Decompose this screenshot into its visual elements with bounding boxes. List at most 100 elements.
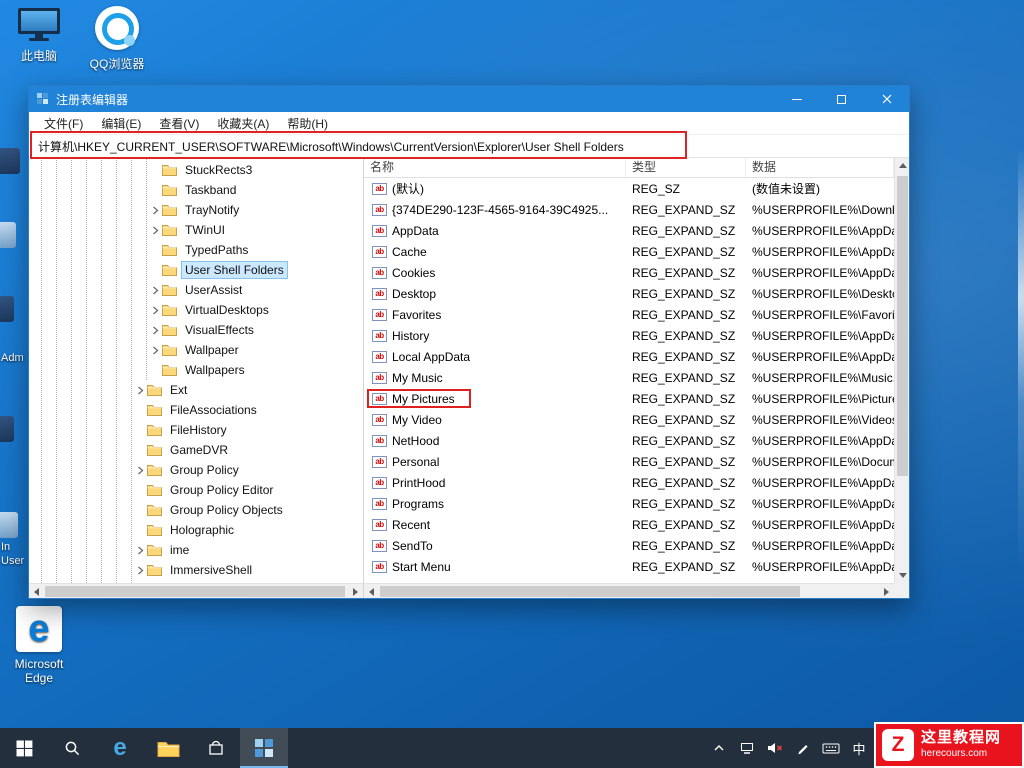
- expand-chevron-icon[interactable]: [134, 466, 147, 475]
- scrollbar-thumb[interactable]: [380, 586, 800, 597]
- value-row[interactable]: abNetHoodREG_EXPAND_SZ%USERPROFILE%\AppD…: [364, 430, 894, 451]
- scrollbar-thumb[interactable]: [897, 176, 908, 476]
- expand-chevron-icon[interactable]: [149, 306, 162, 315]
- tree-item[interactable]: UserAssist: [29, 280, 363, 300]
- value-row[interactable]: abFavoritesREG_EXPAND_SZ%USERPROFILE%\Fa…: [364, 304, 894, 325]
- expand-chevron-icon[interactable]: [149, 286, 162, 295]
- tree-horizontal-scrollbar[interactable]: [29, 583, 363, 598]
- maximize-button[interactable]: [819, 86, 864, 112]
- expand-chevron-icon[interactable]: [134, 546, 147, 555]
- expand-chevron-icon[interactable]: [134, 566, 147, 575]
- value-row[interactable]: abMy PicturesREG_EXPAND_SZ%USERPROFILE%\…: [364, 388, 894, 409]
- value-row[interactable]: ab(默认)REG_SZ(数值未设置): [364, 178, 894, 199]
- value-row[interactable]: abCacheREG_EXPAND_SZ%USERPROFILE%\AppDa.…: [364, 241, 894, 262]
- list-vertical-scrollbar[interactable]: [894, 158, 909, 583]
- partial-desktop-icon[interactable]: [0, 148, 20, 174]
- tree-item[interactable]: TrayNotify: [29, 200, 363, 220]
- tree-item[interactable]: FileAssociations: [29, 400, 363, 420]
- value-row[interactable]: abHistoryREG_EXPAND_SZ%USERPROFILE%\AppD…: [364, 325, 894, 346]
- menu-view[interactable]: 查看(V): [150, 115, 208, 132]
- column-header-name[interactable]: 名称: [364, 158, 626, 177]
- touch-keyboard-button[interactable]: [818, 728, 844, 768]
- qq-browser-icon: [95, 6, 139, 50]
- tree-item[interactable]: ImmersiveShell: [29, 560, 363, 580]
- title-bar[interactable]: 注册表编辑器: [29, 86, 909, 112]
- scrollbar-thumb[interactable]: [45, 586, 345, 597]
- expand-chevron-icon[interactable]: [149, 346, 162, 355]
- value-row[interactable]: abSendToREG_EXPAND_SZ%USERPROFILE%\AppDa…: [364, 535, 894, 556]
- value-row[interactable]: abCookiesREG_EXPAND_SZ%USERPROFILE%\AppD…: [364, 262, 894, 283]
- partial-desktop-icon[interactable]: [0, 416, 14, 442]
- address-bar[interactable]: 计算机\HKEY_CURRENT_USER\SOFTWARE\Microsoft…: [29, 135, 909, 158]
- expand-chevron-icon[interactable]: [149, 226, 162, 235]
- tree-item[interactable]: TWinUI: [29, 220, 363, 240]
- value-row[interactable]: ab{374DE290-123F-4565-9164-39C4925...REG…: [364, 199, 894, 220]
- taskbar-file-explorer-button[interactable]: [144, 728, 192, 768]
- ime-indicator[interactable]: 中: [846, 728, 872, 768]
- tree-item[interactable]: VisualEffects: [29, 320, 363, 340]
- tree-item[interactable]: User Shell Folders: [29, 260, 363, 280]
- desktop-icon-microsoft-edge[interactable]: e Microsoft Edge: [2, 606, 76, 685]
- partial-desktop-icon[interactable]: [0, 512, 18, 538]
- taskbar-store-button[interactable]: [192, 728, 240, 768]
- partial-desktop-icon[interactable]: [0, 222, 16, 248]
- tree-item[interactable]: VirtualDesktops: [29, 300, 363, 320]
- value-row[interactable]: abPersonalREG_EXPAND_SZ%USERPROFILE%\Doc…: [364, 451, 894, 472]
- tree-item[interactable]: Group Policy Objects: [29, 500, 363, 520]
- tree-item[interactable]: StuckRects3: [29, 160, 363, 180]
- volume-button[interactable]: [762, 728, 788, 768]
- reg-string-icon: ab: [372, 309, 387, 321]
- show-hidden-icons-button[interactable]: [706, 728, 732, 768]
- tree-item[interactable]: Ext: [29, 380, 363, 400]
- tree-item[interactable]: Group Policy Editor: [29, 480, 363, 500]
- value-row[interactable]: abMy MusicREG_EXPAND_SZ%USERPROFILE%\Mus…: [364, 367, 894, 388]
- pen-icon: [796, 741, 810, 755]
- scroll-right-arrow[interactable]: [348, 584, 363, 598]
- value-row[interactable]: abLocal AppDataREG_EXPAND_SZ%USERPROFILE…: [364, 346, 894, 367]
- tree-item[interactable]: Holographic: [29, 520, 363, 540]
- search-button[interactable]: [48, 728, 96, 768]
- partial-desktop-icon[interactable]: [0, 296, 14, 322]
- menu-favorites[interactable]: 收藏夹(A): [208, 115, 278, 132]
- value-row[interactable]: abPrintHoodREG_EXPAND_SZ%USERPROFILE%\Ap…: [364, 472, 894, 493]
- tree-item[interactable]: Group Policy: [29, 460, 363, 480]
- desktop-icon-qq-browser[interactable]: QQ浏览器: [80, 6, 154, 72]
- value-row[interactable]: abAppDataREG_EXPAND_SZ%USERPROFILE%\AppD…: [364, 220, 894, 241]
- scroll-left-arrow[interactable]: [364, 584, 379, 599]
- scroll-down-arrow[interactable]: [895, 568, 910, 583]
- scroll-up-arrow[interactable]: [895, 158, 910, 173]
- tree-item[interactable]: Wallpaper: [29, 340, 363, 360]
- tree-item[interactable]: ime: [29, 540, 363, 560]
- expand-chevron-icon[interactable]: [149, 326, 162, 335]
- tree-item[interactable]: TypedPaths: [29, 240, 363, 260]
- value-row[interactable]: abMy VideoREG_EXPAND_SZ%USERPROFILE%\Vid…: [364, 409, 894, 430]
- tree-item[interactable]: GameDVR: [29, 440, 363, 460]
- column-header-type[interactable]: 类型: [626, 158, 746, 177]
- expand-chevron-icon[interactable]: [149, 206, 162, 215]
- tree-item[interactable]: Taskband: [29, 180, 363, 200]
- value-row[interactable]: abRecentREG_EXPAND_SZ%USERPROFILE%\AppDa…: [364, 514, 894, 535]
- pen-settings-button[interactable]: [790, 728, 816, 768]
- close-button[interactable]: [864, 86, 909, 112]
- taskbar-regedit-button[interactable]: [240, 728, 288, 768]
- tree-item[interactable]: Wallpapers: [29, 360, 363, 380]
- menu-edit[interactable]: 编辑(E): [92, 115, 150, 132]
- value-row[interactable]: abProgramsREG_EXPAND_SZ%USERPROFILE%\App…: [364, 493, 894, 514]
- desktop-icon-this-pc[interactable]: 此电脑: [2, 8, 76, 64]
- expand-chevron-icon[interactable]: [134, 386, 147, 395]
- value-name: SendTo: [392, 539, 433, 553]
- list-horizontal-scrollbar[interactable]: [364, 583, 894, 598]
- taskbar-edge-button[interactable]: e: [96, 728, 144, 768]
- start-button[interactable]: [0, 728, 48, 768]
- minimize-button[interactable]: [774, 86, 819, 112]
- value-row[interactable]: abStart MenuREG_EXPAND_SZ%USERPROFILE%\A…: [364, 556, 894, 577]
- network-status-button[interactable]: [734, 728, 760, 768]
- menu-file[interactable]: 文件(F): [35, 115, 92, 132]
- menu-help[interactable]: 帮助(H): [278, 115, 337, 132]
- value-name-wrap: abRecent: [367, 515, 435, 534]
- tree-item[interactable]: FileHistory: [29, 420, 363, 440]
- scroll-right-arrow[interactable]: [879, 584, 894, 599]
- column-header-data[interactable]: 数据: [746, 158, 894, 177]
- value-row[interactable]: abDesktopREG_EXPAND_SZ%USERPROFILE%\Desk…: [364, 283, 894, 304]
- scroll-left-arrow[interactable]: [29, 584, 44, 598]
